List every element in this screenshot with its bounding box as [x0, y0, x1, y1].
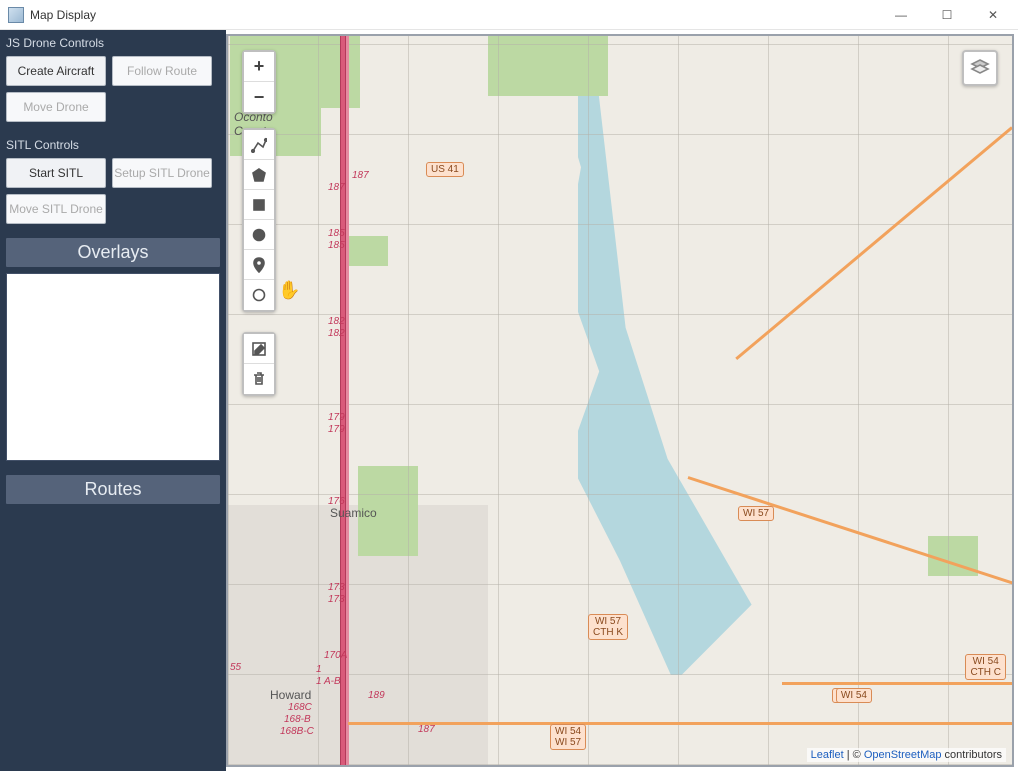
move-drone-button[interactable]: Move Drone [6, 92, 106, 122]
osm-link[interactable]: OpenStreetMap [864, 749, 942, 761]
draw-rectangle-button[interactable] [244, 190, 274, 220]
place-label-suamico: Suamico [330, 506, 377, 520]
exit-label: 1 A-B [316, 676, 341, 687]
move-sitl-drone-button[interactable]: Move SITL Drone [6, 194, 106, 224]
draw-circlemarker-button[interactable] [244, 280, 274, 310]
exit-label: 185 [328, 228, 345, 239]
exit-label: 168B-C [280, 726, 314, 737]
exit-label: 55 [230, 662, 241, 673]
trash-icon [251, 371, 267, 387]
exit-label: 170A [324, 650, 347, 661]
exit-label: 173 [328, 594, 345, 605]
map-park [348, 236, 388, 266]
circle-filled-icon [251, 227, 267, 243]
exit-label: 187 [328, 182, 345, 193]
overlays-list[interactable] [6, 273, 220, 461]
marker-icon [251, 257, 267, 273]
shield-wi54-cthc: WI 54 CTH C [965, 654, 1006, 680]
leaflet-link[interactable]: Leaflet [811, 749, 844, 761]
map-road [782, 682, 1012, 685]
shield-wi57-cthk: WI 57 CTH K [588, 614, 628, 640]
js-drone-panel: JS Drone Controls Create Aircraft Follow… [0, 30, 226, 132]
shield-us41: US 41 [426, 162, 464, 177]
create-aircraft-button[interactable]: Create Aircraft [6, 56, 106, 86]
draw-polygon-button[interactable] [244, 160, 274, 190]
map-canvas[interactable]: Oconto County Suamico Howard US 41 WI 57… [226, 34, 1014, 767]
zoom-in-button[interactable]: + [244, 52, 274, 82]
js-drone-label: JS Drone Controls [6, 36, 220, 50]
exit-label: 179 [328, 412, 345, 423]
window-title: Map Display [30, 8, 878, 22]
draw-polyline-button[interactable] [244, 130, 274, 160]
follow-route-button[interactable]: Follow Route [112, 56, 212, 86]
draw-marker-button[interactable] [244, 250, 274, 280]
routes-header[interactable]: Routes [6, 475, 220, 504]
exit-label: 182 [328, 328, 345, 339]
delete-layers-button[interactable] [244, 364, 274, 394]
shield-wi57: WI 57 [738, 506, 774, 521]
draw-circle-button[interactable] [244, 220, 274, 250]
shield-wi54-wi57: WI 54 WI 57 [550, 724, 586, 750]
edit-toolbar [242, 332, 276, 396]
exit-label: 187 [418, 724, 435, 735]
layers-icon [970, 58, 990, 78]
sidebar: JS Drone Controls Create Aircraft Follow… [0, 30, 226, 771]
edit-icon [251, 341, 267, 357]
overlays-header[interactable]: Overlays [6, 238, 220, 267]
exit-label: 1 [316, 664, 322, 675]
titlebar: Map Display — ☐ ✕ [0, 0, 1018, 30]
map-park [488, 36, 608, 96]
map-attribution: Leaflet | © OpenStreetMap contributors [807, 748, 1006, 762]
exit-label: 185 [328, 240, 345, 251]
sitl-label: SITL Controls [6, 138, 220, 152]
sitl-panel: SITL Controls Start SITL Setup SITL Dron… [0, 132, 226, 234]
minimize-button[interactable]: — [878, 0, 924, 30]
exit-label: 189 [368, 690, 385, 701]
exit-label: 187 [352, 170, 369, 181]
exit-label: 168C [288, 702, 312, 713]
exit-label: 168-B [284, 714, 311, 725]
zoom-control: + − [242, 50, 276, 114]
exit-label: 179 [328, 424, 345, 435]
zoom-out-button[interactable]: − [244, 82, 274, 112]
app-icon [8, 7, 24, 23]
place-label-howard: Howard [270, 688, 311, 702]
setup-sitl-drone-button[interactable]: Setup SITL Drone [112, 158, 212, 188]
attribution-sep: | © [844, 749, 864, 761]
polygon-icon [251, 167, 267, 183]
edit-layers-button[interactable] [244, 334, 274, 364]
close-button[interactable]: ✕ [970, 0, 1016, 30]
draw-toolbar [242, 128, 276, 312]
map-road [348, 722, 1014, 725]
square-icon [251, 197, 267, 213]
circle-outline-icon [251, 287, 267, 303]
start-sitl-button[interactable]: Start SITL [6, 158, 106, 188]
layers-control[interactable] [962, 50, 998, 86]
exit-label: 182 [328, 316, 345, 327]
polyline-icon [251, 137, 267, 153]
exit-label: 173 [328, 582, 345, 593]
maximize-button[interactable]: ☐ [924, 0, 970, 30]
shield-wi54-b: WI 54 [836, 688, 872, 703]
exit-label: 176 [328, 496, 345, 507]
attribution-tail: contributors [941, 749, 1002, 761]
